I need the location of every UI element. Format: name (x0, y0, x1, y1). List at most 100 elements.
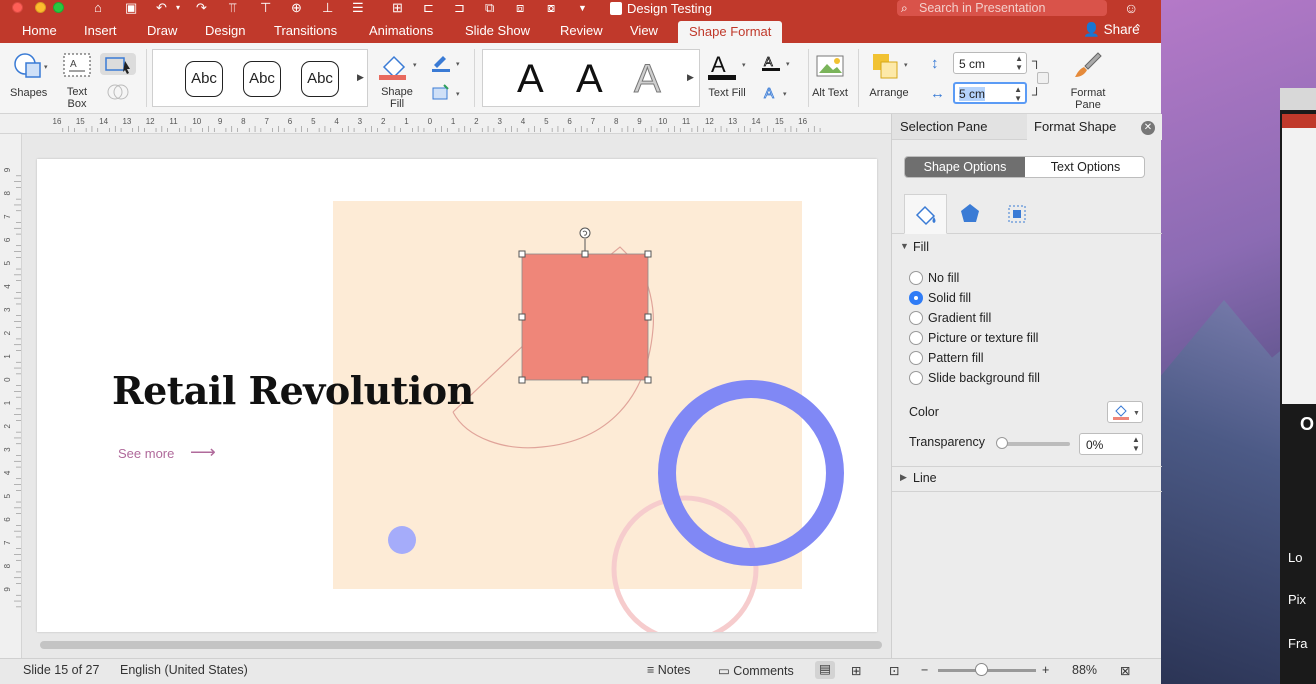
align-center-icon[interactable]: ⊤ (260, 0, 271, 16)
transparency-stepper-icon[interactable]: ▲ ▼ (1132, 435, 1140, 453)
shape-fill-dropdown-icon[interactable]: ▾ (413, 61, 417, 69)
radio-slide-background-fill[interactable] (909, 371, 923, 385)
radio-solid-fill[interactable] (909, 291, 923, 305)
align-right-icon[interactable]: ⊐ (454, 0, 465, 16)
align-menu-icon[interactable]: ☰ (352, 0, 364, 16)
shape-styles-gallery[interactable]: Abc Abc Abc ▶ (152, 49, 368, 107)
tab-home[interactable]: Home (22, 23, 57, 38)
width-field[interactable]: 5 cm ▲ ▼ (953, 82, 1027, 104)
height-field[interactable]: 5 cm ▲ ▼ (953, 52, 1027, 74)
home-icon[interactable]: ⌂ (94, 0, 102, 16)
radio-no-fill[interactable] (909, 271, 923, 285)
maximize-window-button[interactable] (53, 2, 64, 13)
text-effects-button[interactable]: A (760, 83, 782, 106)
transparency-field[interactable]: 0% ▲ ▼ (1079, 433, 1143, 455)
shape-effects-button[interactable] (430, 83, 452, 106)
tab-view[interactable]: View (630, 23, 658, 38)
comments-button[interactable]: ▭ Comments (718, 663, 794, 678)
wordart-styles-gallery[interactable]: A A A ▶ (482, 49, 700, 107)
customize-toolbar-icon[interactable]: ▼ (578, 0, 587, 16)
shapes-dropdown-icon[interactable]: ▾ (44, 63, 48, 71)
shape-fill-button[interactable] (378, 51, 410, 84)
see-more-link[interactable]: See more (118, 446, 174, 461)
fill-color-picker[interactable]: ▼ (1107, 401, 1143, 423)
minimize-window-button[interactable] (35, 2, 46, 13)
transparency-slider[interactable] (1002, 442, 1070, 446)
edit-shape-button[interactable] (100, 53, 136, 75)
fill-section-header[interactable]: ▼ Fill (892, 236, 1162, 260)
tab-slide-show[interactable]: Slide Show (465, 23, 530, 38)
normal-view-icon[interactable]: ▤ (815, 661, 835, 679)
gallery-expand-icon[interactable]: ▶ (357, 72, 364, 83)
shape-effects-dropdown-icon[interactable]: ▾ (456, 90, 460, 98)
undo-dropdown-icon[interactable]: ▾ (176, 0, 180, 16)
arrange-dropdown-icon[interactable]: ▾ (904, 61, 908, 69)
tab-selection-pane[interactable]: Selection Pane (900, 119, 987, 134)
send-backward-icon[interactable]: ⧇ (547, 0, 555, 16)
format-pane-button[interactable] (1072, 50, 1104, 85)
feedback-smiley-icon[interactable]: ☺ (1124, 0, 1138, 16)
shapes-button[interactable] (12, 51, 46, 84)
close-pane-icon[interactable]: ✕ (1141, 121, 1155, 135)
reading-view-icon[interactable]: ⊡ (889, 663, 899, 678)
align-middle-icon[interactable]: ⊕ (291, 0, 302, 16)
search-box[interactable]: ⌕ (897, 0, 1107, 16)
save-icon[interactable]: ▣ (125, 0, 137, 16)
alt-text-button[interactable] (815, 51, 847, 84)
zoom-in-icon[interactable]: + (1042, 663, 1049, 677)
shape-outline-button[interactable] (430, 53, 452, 76)
search-input[interactable] (919, 0, 1104, 16)
distribute-icon[interactable]: ⊞ (392, 0, 403, 16)
zoom-level[interactable]: 88% (1072, 663, 1097, 677)
shape-style-1[interactable]: Abc (185, 61, 223, 97)
text-effects-dropdown-icon[interactable]: ▾ (783, 90, 787, 98)
tab-shape-format[interactable]: Shape Format (678, 21, 783, 43)
slide-title[interactable]: Retail Revolution (112, 368, 474, 413)
tab-transitions[interactable]: Transitions (274, 23, 337, 38)
tab-design[interactable]: Design (205, 23, 245, 38)
shape-outline-dropdown-icon[interactable]: ▾ (456, 60, 460, 68)
text-outline-button[interactable]: A (760, 53, 782, 76)
tab-animations[interactable]: Animations (369, 23, 433, 38)
size-properties-tab[interactable] (1005, 202, 1029, 229)
text-options-button[interactable]: Text Options (1025, 157, 1144, 177)
tab-insert[interactable]: Insert (84, 23, 117, 38)
tab-review[interactable]: Review (560, 23, 603, 38)
height-stepper-icon[interactable]: ▲ ▼ (1015, 54, 1023, 72)
text-box-button[interactable]: A (63, 53, 91, 82)
zoom-out-icon[interactable]: − (921, 663, 928, 677)
tab-draw[interactable]: Draw (147, 23, 177, 38)
radio-picture-texture-fill[interactable] (909, 331, 923, 345)
zoom-slider-knob[interactable] (975, 663, 988, 676)
align-top-icon[interactable]: ⫪ (229, 0, 236, 16)
undo-icon[interactable]: ↶ (156, 0, 167, 16)
text-fill-dropdown-icon[interactable]: ▾ (742, 61, 746, 69)
merge-shapes-button[interactable] (106, 83, 134, 104)
collapse-ribbon-icon[interactable]: ⌃ (1133, 22, 1142, 35)
arrange-button[interactable] (870, 51, 904, 84)
slide[interactable]: Retail Revolution See more ⟶ (37, 159, 877, 632)
align-left-icon[interactable]: ⊏ (423, 0, 434, 16)
text-fill-button[interactable]: A (707, 51, 737, 84)
text-outline-dropdown-icon[interactable]: ▾ (786, 60, 790, 68)
radio-gradient-fill[interactable] (909, 311, 923, 325)
transparency-slider-knob[interactable] (996, 437, 1008, 449)
shape-style-3[interactable]: Abc (301, 61, 339, 97)
wordart-expand-icon[interactable]: ▶ (687, 72, 694, 83)
background-window[interactable]: O Lo Pix Fra (1280, 88, 1316, 684)
fit-to-window-icon[interactable]: ⊠ (1120, 663, 1130, 678)
fill-line-tab[interactable] (904, 194, 947, 234)
notes-button[interactable]: ≡ Notes (647, 663, 690, 677)
bring-forward-icon[interactable]: ⧈ (516, 0, 524, 16)
language-indicator[interactable]: English (United States) (120, 663, 248, 677)
wordart-style-1[interactable]: A (517, 59, 544, 99)
close-window-button[interactable] (12, 2, 23, 13)
width-stepper-icon[interactable]: ▲ ▼ (1014, 85, 1022, 103)
horizontal-scrollbar[interactable] (40, 641, 882, 649)
shape-style-2[interactable]: Abc (243, 61, 281, 97)
wordart-style-3[interactable]: A (634, 59, 662, 100)
align-bottom-icon[interactable]: ⊥ (322, 0, 333, 16)
effects-tab[interactable] (958, 202, 982, 229)
group-icon[interactable]: ⧉ (485, 0, 494, 16)
redo-icon[interactable]: ↷ (196, 0, 207, 16)
